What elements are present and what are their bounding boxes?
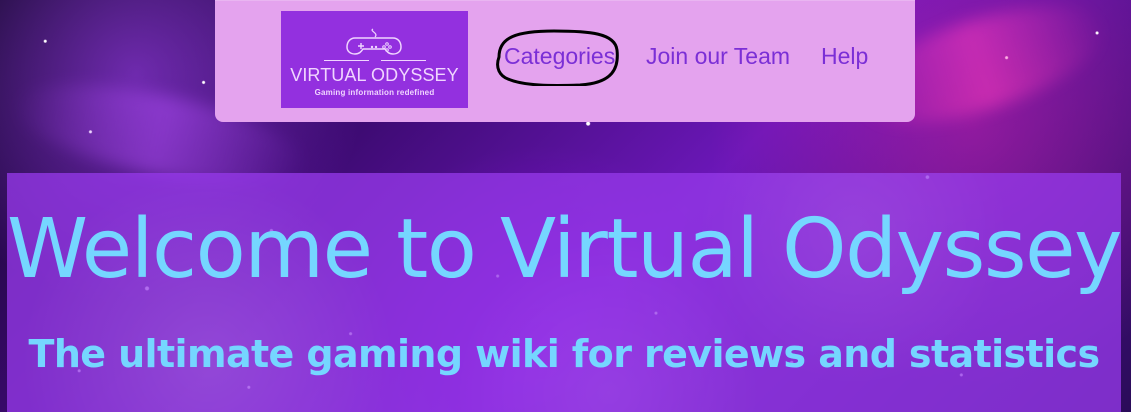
nav-link-join-our-team[interactable]: Join our Team <box>646 43 790 69</box>
logo-title: VIRTUAL ODYSSEY <box>290 65 459 85</box>
nav-link-categories[interactable]: Categories <box>504 43 615 69</box>
hero-title: Welcome to Virtual Odyssey <box>7 202 1121 297</box>
site-header: VIRTUAL ODYSSEY Gaming information redef… <box>215 0 915 122</box>
site-logo[interactable]: VIRTUAL ODYSSEY Gaming information redef… <box>281 11 468 108</box>
logo-divider-right <box>381 60 426 61</box>
logo-divider-left <box>324 60 369 61</box>
hero-banner: Welcome to Virtual Odyssey The ultimate … <box>7 173 1121 412</box>
logo-tagline: Gaming information redefined <box>314 88 435 97</box>
hero-subtitle: The ultimate gaming wiki for reviews and… <box>28 332 1101 376</box>
nav-link-help[interactable]: Help <box>821 43 868 69</box>
gamepad-icon <box>346 28 402 55</box>
